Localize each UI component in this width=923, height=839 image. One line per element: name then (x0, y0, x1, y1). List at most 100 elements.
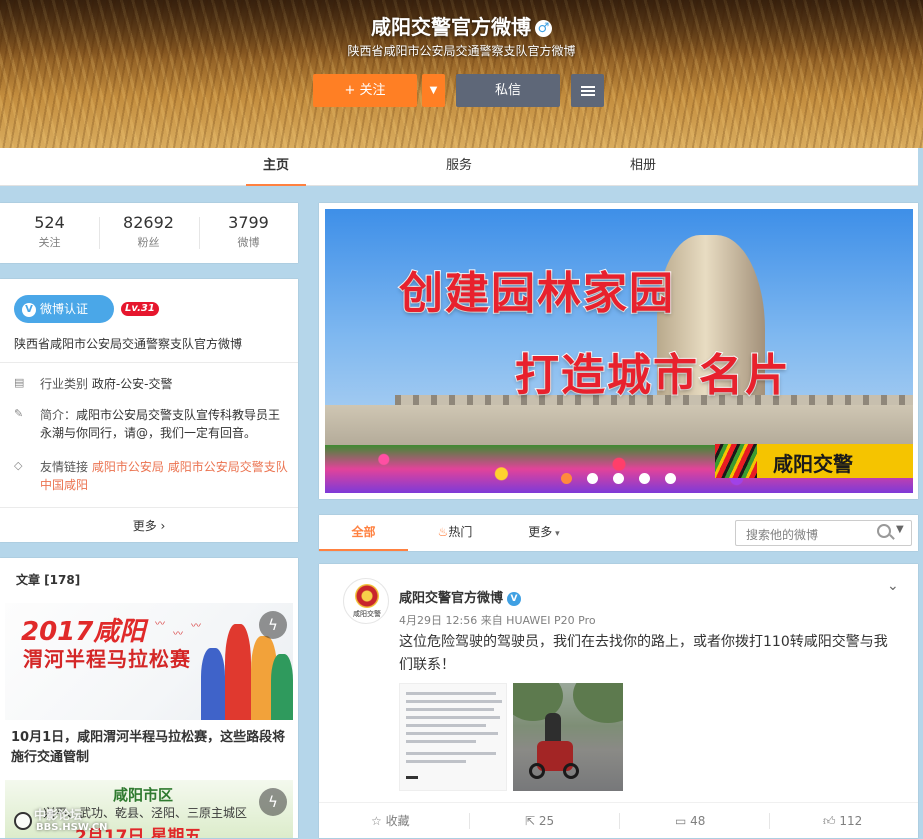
profile-cover: 咸阳交警官方微博 ♂ 陕西省咸阳市公安局交通警察支队官方微博 + 关注 ▼ 私信 (0, 0, 923, 148)
post-image-screenshot[interactable] (399, 683, 507, 791)
runner-figure (201, 648, 225, 720)
industry-row: ▤ 行业类别 政府-公安-交警 (14, 375, 289, 393)
text-line (406, 716, 500, 719)
info-more-link[interactable]: 更多 › (0, 517, 298, 534)
search-icon[interactable] (877, 524, 891, 538)
filter-tab-more-label: 更多 (528, 525, 553, 539)
carousel-dot[interactable] (665, 473, 676, 484)
tab-album[interactable]: 相册 (613, 148, 673, 186)
text-line (406, 740, 476, 743)
profile-name: 咸阳交警官方微博 (371, 15, 531, 39)
stat-value: 524 (34, 213, 65, 232)
article-caption[interactable]: 10月1日，咸阳渭河半程马拉松赛，这些路段将施行交通管制 (11, 728, 291, 768)
watermark-logo: 中影论坛 BBS.HSW.CN (6, 790, 146, 838)
divider (619, 813, 620, 829)
post-actions: ☆ 收藏 ⇱ 25 ▭ 48 👍︎ 112 (319, 802, 918, 838)
fire-icon: ♨ (437, 525, 449, 539)
stat-followers[interactable]: 82692 粉丝 (99, 213, 198, 250)
banner-headline-2: 打造城市名片 (514, 349, 791, 402)
carousel-dot[interactable] (613, 473, 624, 484)
stat-following[interactable]: 524 关注 (0, 213, 99, 250)
link-item[interactable]: 咸阳市公安局交警支队 (168, 460, 288, 474)
stat-value: 82692 (123, 213, 174, 232)
link-icon: ◇ (14, 459, 23, 472)
repost-icon: ⇱ (525, 814, 539, 828)
menu-icon (580, 89, 595, 92)
post-image-photo[interactable] (513, 683, 623, 791)
message-button[interactable]: 私信 (456, 74, 560, 107)
post-author-row: 咸阳交警官方微博 V (399, 587, 522, 606)
banner-headline-1: 创建园林家园 (398, 267, 675, 320)
text-line (406, 692, 496, 695)
verified-icon: V (507, 591, 522, 606)
verify-badge[interactable]: V 微博认证 (14, 295, 114, 323)
search-placeholder: 搜索他的微博 (746, 528, 819, 542)
repost-count: 25 (538, 814, 555, 828)
comment-icon: ▭ (675, 814, 691, 828)
text-line (406, 724, 486, 727)
like-icon: 👍︎ (823, 814, 840, 828)
profile-description: 陕西省咸阳市公安局交通警察支队官方微博 (347, 44, 576, 58)
bird-icon: 〰 (155, 619, 165, 630)
tab-home[interactable]: 主页 (246, 148, 306, 186)
filter-tab-more[interactable]: 更多 ▾ (522, 515, 566, 551)
divider (469, 813, 470, 829)
menu-button[interactable] (571, 74, 604, 107)
links-row: ◇ 友情链接 咸阳市公安局 咸阳市公安局交警支队 中国咸阳 (14, 458, 289, 494)
text-line (406, 732, 498, 735)
verify-v-icon: V (22, 302, 36, 317)
feed-search-input[interactable]: 搜索他的微博 ▼ (735, 520, 912, 546)
industry-key: 行业类别 (40, 377, 89, 391)
carousel-dot[interactable] (561, 473, 572, 484)
avatar-text: 咸阳交警 (353, 610, 381, 618)
chevron-down-icon: ▾ (552, 529, 560, 539)
like-button[interactable]: 👍︎ 112 (823, 803, 862, 839)
favorite-button[interactable]: ☆ 收藏 (371, 803, 410, 839)
search-dropdown-icon[interactable]: ▼ (896, 524, 904, 535)
intro-key: 简介： (40, 408, 77, 422)
links-key: 友情链接 (40, 460, 89, 474)
favorite-label: 收藏 (385, 814, 410, 828)
carousel-dot[interactable] (639, 473, 650, 484)
follow-dropdown-icon[interactable]: ▼ (422, 74, 445, 107)
bird-icon: 〰 (191, 621, 201, 632)
comment-button[interactable]: ▭ 48 (675, 803, 705, 839)
profile-tabs: 主页 服务 相册 (0, 148, 918, 186)
carousel-dot[interactable] (587, 473, 598, 484)
post-text: 这位危险驾驶的驾驶员，我们在去找你的路上，或者你拨打110转咸阳交警与我们联系！ (399, 634, 888, 673)
gender-male-icon: ♂ (535, 20, 552, 37)
banner-image[interactable]: 创建园林家园 打造城市名片 咸阳交警 (325, 209, 913, 493)
level-badge[interactable]: Lv.31 (121, 302, 159, 316)
filter-tab-all[interactable]: 全部 (319, 515, 408, 551)
runner-figure (225, 624, 251, 720)
post-author[interactable]: 咸阳交警官方微博 (399, 591, 503, 606)
article-thumbnail[interactable]: 2017咸阳 渭河半程马拉松赛 〰 〰 〰 ϟ (5, 603, 293, 720)
stat-label: 关注 (38, 236, 61, 249)
filter-tab-hot-label: 热门 (448, 525, 473, 539)
divider (769, 813, 770, 829)
stat-label: 微博 (237, 236, 260, 249)
watermark-eye-icon (14, 812, 32, 830)
industry-icon: ▤ (14, 376, 25, 389)
industry-value: 政府-公安-交警 (91, 377, 173, 391)
comment-count: 48 (690, 814, 706, 828)
profile-name-row: 咸阳交警官方微博 ♂ (0, 11, 923, 40)
stat-value: 3799 (228, 213, 269, 232)
repost-button[interactable]: ⇱ 25 (525, 803, 554, 839)
link-item[interactable]: 中国咸阳 (40, 478, 88, 492)
tab-services[interactable]: 服务 (429, 148, 489, 186)
verify-description: 陕西省咸阳市公安局交通警察支队官方微博 (14, 337, 243, 351)
link-item[interactable]: 咸阳市公安局 (92, 460, 164, 474)
follow-button[interactable]: + 关注 (313, 74, 417, 107)
text-line (406, 700, 502, 703)
post-meta[interactable]: 4月29日 12:56 来自 HUAWEI P20 Pro (399, 612, 596, 628)
filter-tab-hot[interactable]: ♨热门 (434, 515, 476, 551)
articles-title: 文章 [178] (16, 573, 81, 587)
stat-posts[interactable]: 3799 微博 (199, 213, 298, 250)
text-line (406, 752, 496, 755)
bird-icon: 〰 (173, 629, 183, 640)
intro-icon: ✎ (14, 407, 24, 420)
avatar[interactable]: 咸阳交警 (343, 578, 389, 624)
post-options-chevron-icon[interactable]: ⌄ (887, 578, 899, 594)
favorite-icon: ☆ (371, 814, 386, 828)
